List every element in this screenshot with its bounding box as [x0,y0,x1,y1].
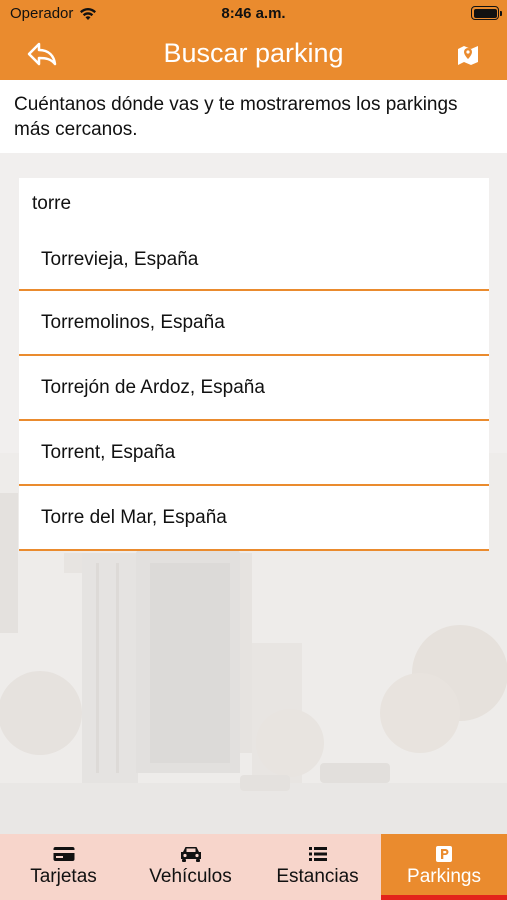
card-icon [53,847,74,861]
status-time: 8:46 a.m. [221,5,286,22]
parking-icon [436,846,452,862]
battery-icon [471,6,502,20]
tab-label: Estancias [276,866,359,887]
tab-parkings[interactable]: Parkings [381,834,507,900]
map-marker-icon [458,46,478,65]
tab-vehiculos[interactable]: Vehículos [127,834,254,900]
status-bar: Operador 8:46 a.m. [0,0,507,28]
car-icon [180,847,201,862]
tab-tarjetas[interactable]: Tarjetas [0,834,127,900]
tab-label: Vehículos [149,866,232,887]
suggestion-item[interactable]: Torrent, España [19,421,489,486]
page-title: Buscar parking [163,38,344,68]
tab-label: Parkings [407,866,481,887]
tab-label: Tarjetas [30,866,97,887]
tab-estancias[interactable]: Estancias [254,834,381,900]
intro-text: Cuéntanos dónde vas y te mostraremos los… [0,80,507,153]
suggestion-item[interactable]: Torremolinos, España [19,291,489,356]
suggestion-item[interactable]: Torrevieja, España [19,230,489,291]
search-input[interactable] [19,178,489,230]
suggestion-item[interactable]: Torrejón de Ardoz, España [19,356,489,421]
map-button[interactable] [453,40,483,68]
suggestion-item[interactable]: Torre del Mar, España [19,486,489,551]
tab-bar: Tarjetas Vehículos Estancias Parkings [0,834,507,900]
list-icon [308,847,327,861]
navigation-bar: Buscar parking [0,28,507,80]
search-card: Torrevieja, España Torremolinos, España … [19,178,489,551]
